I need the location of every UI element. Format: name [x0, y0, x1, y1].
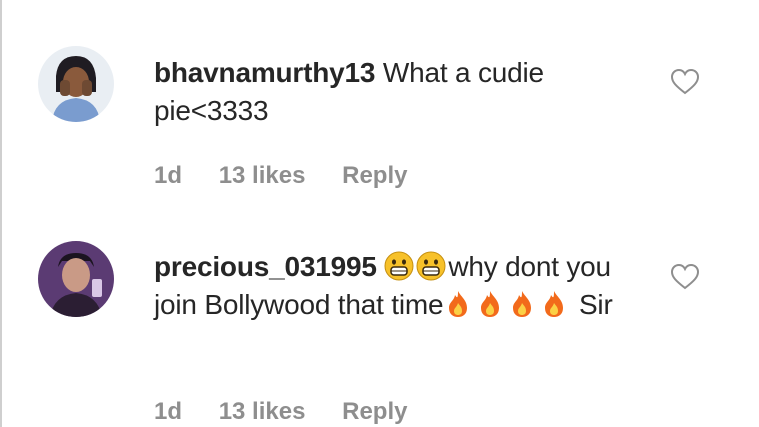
- comment-meta: 1d 13 likes Reply: [154, 398, 437, 426]
- window-left-border: [0, 0, 2, 427]
- comment-likes-count[interactable]: 13 likes: [219, 398, 306, 425]
- grinning-face-icon: [416, 251, 446, 281]
- comment-text: bhavnamurthy13 What a cudie pie<3333: [154, 54, 654, 130]
- comment-username[interactable]: precious_031995: [154, 251, 377, 282]
- fire-icon: [507, 289, 537, 319]
- user-avatar-photo-icon: [38, 241, 114, 317]
- comment-username[interactable]: bhavnamurthy13: [154, 57, 375, 88]
- fire-icon: [443, 289, 473, 319]
- avatar[interactable]: [38, 241, 114, 317]
- comment-time: 1d: [154, 162, 183, 189]
- comment-time: 1d: [154, 398, 183, 425]
- fire-icon: [475, 289, 505, 319]
- like-button[interactable]: [670, 263, 700, 291]
- comment-likes-count[interactable]: 13 likes: [219, 162, 306, 189]
- reply-button[interactable]: Reply: [342, 398, 407, 425]
- comment-meta: 1d 13 likes Reply: [154, 162, 437, 190]
- fire-icon: [539, 289, 569, 319]
- avatar[interactable]: [38, 46, 114, 122]
- reply-button[interactable]: Reply: [342, 162, 407, 189]
- comment-body-suffix: Sir: [578, 289, 613, 320]
- heart-outline-icon: [670, 68, 700, 95]
- comment-text: precious_031995 why dont you join Bollyw…: [154, 248, 634, 324]
- heart-outline-icon: [670, 263, 700, 290]
- user-avatar-photo-icon: [38, 46, 114, 122]
- grinning-face-icon: [384, 251, 414, 281]
- like-button[interactable]: [670, 68, 700, 96]
